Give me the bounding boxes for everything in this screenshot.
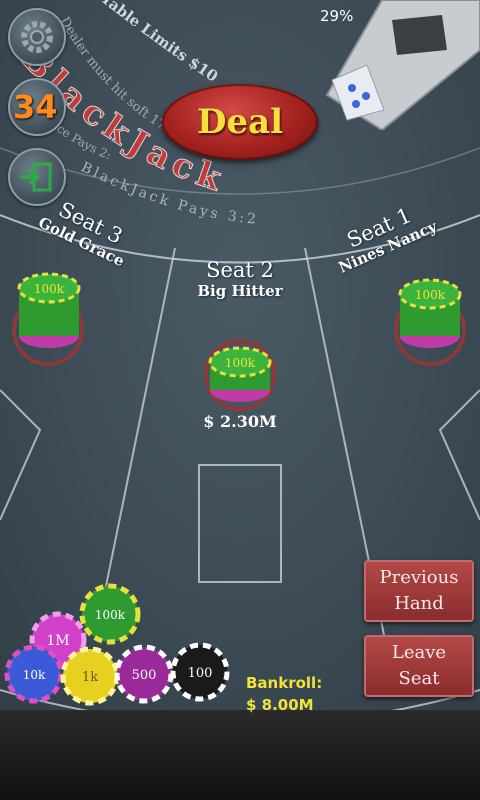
bankroll-value: $ 8.00M — [246, 696, 314, 714]
gear-icon — [21, 21, 53, 53]
chip-1m-label: 1M — [46, 633, 69, 649]
chip-100-label: 100 — [188, 666, 213, 681]
previous-hand-line1: Previous — [379, 567, 459, 588]
seat-2-chip-label: 100k — [225, 356, 256, 370]
bankroll-label: Bankroll: — [246, 674, 323, 692]
seat-2-title: Seat 2 — [206, 258, 274, 282]
seat-1-chip-label: 100k — [415, 288, 446, 302]
chip-100k-label: 100k — [95, 608, 126, 622]
table-rail — [0, 710, 480, 800]
bankroll-display: Bankroll: $ 8.00M — [246, 672, 322, 716]
chip-10k-label: 10k — [23, 668, 46, 682]
previous-hand-button[interactable]: Previous Hand — [364, 560, 474, 622]
chip-100k[interactable]: 100k — [79, 583, 141, 645]
seat-2-bet-amount: $ 2.30M — [203, 412, 277, 431]
seat-2-chip-stack: 100k — [208, 346, 272, 402]
leave-seat-line1: Leave — [391, 642, 447, 663]
previous-hand-line2: Hand — [394, 593, 444, 614]
seat-2-label: Seat 2 Big Hitter — [190, 258, 290, 300]
seat-2-player: Big Hitter — [197, 282, 283, 300]
deal-button[interactable]: Deal — [162, 84, 318, 160]
card-count: 34 — [13, 88, 58, 126]
card-shoe-icon — [325, 0, 480, 130]
chip-1k[interactable]: 1k — [60, 646, 120, 706]
leave-seat-line2: Seat — [398, 668, 440, 689]
chip-tray: 1M 100k 10k 1k 500 100 — [4, 583, 230, 706]
chip-100[interactable]: 100 — [170, 642, 230, 702]
chip-500-label: 500 — [132, 668, 157, 683]
seat-3-chip-stack: 100k — [17, 272, 81, 348]
seat-3-chip-label: 100k — [34, 282, 65, 296]
settings-button[interactable] — [8, 8, 66, 66]
deal-label: Deal — [196, 102, 284, 142]
chip-500[interactable]: 500 — [114, 644, 174, 704]
chip-10k[interactable]: 10k — [4, 644, 64, 704]
leave-seat-button[interactable]: Leave Seat — [364, 635, 474, 697]
chip-1k-label: 1k — [82, 670, 98, 685]
seat-1-chip-stack: 100k — [398, 278, 462, 348]
